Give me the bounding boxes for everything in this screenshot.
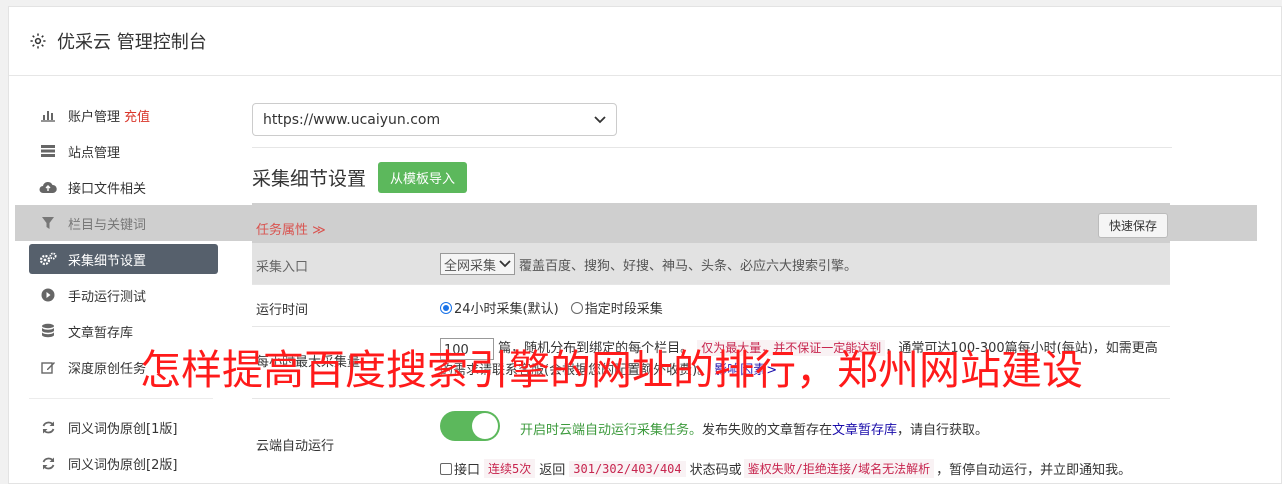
filter-icon: [39, 214, 57, 232]
sidebar-item-label: 深度原创任务: [68, 361, 147, 377]
sidebar-item-interface-files[interactable]: 接口文件相关: [9, 169, 223, 205]
sidebar-item-synonym-v1[interactable]: 同义词伪原创[1版]: [9, 409, 223, 445]
pause-text-a: 返回: [539, 463, 566, 478]
sidebar: 账户管理 充值 站点管理 接口文件相关 栏目与关键词 采集细节设置 手动运行测试…: [9, 97, 1257, 481]
collect-entry-select[interactable]: 全网采集: [440, 253, 516, 275]
cloud-auto-run-row: 云端自动运行 开启时云端自动运行采集任务。发布失败的文章暂存在文章暂存库，请自行…: [252, 399, 1170, 484]
edit-icon: [39, 358, 57, 376]
import-from-template-button[interactable]: 从模板导入: [378, 162, 468, 193]
article-storage-link[interactable]: 文章暂存库: [832, 423, 897, 438]
sidebar-item-label: 栏目与关键词: [68, 217, 147, 233]
cloud-enabled-text: 开启时云端自动运行采集任务。: [520, 423, 703, 438]
run-time-options: 24小时采集(默认) 指定时段采集: [440, 298, 663, 317]
cloud-upload-icon: [39, 178, 57, 196]
sidebar-item-label: 文章暂存库: [68, 325, 134, 341]
header: 优采云 管理控制台: [9, 7, 1281, 76]
sidebar-item-label: 接口文件相关: [68, 181, 147, 197]
collect-entry-label: 采集入口: [256, 260, 309, 275]
collect-entry-desc: 覆盖百度、搜狗、好搜、神马、头条、必应六大搜索引擎。: [519, 258, 858, 274]
quick-save-button[interactable]: 快速保存: [1098, 213, 1169, 238]
code-5-times: 连续5次: [484, 459, 536, 478]
server-icon: [39, 142, 57, 160]
cloud-auto-run-label: 云端自动运行: [256, 439, 335, 454]
pause-text-b: 状态码或: [689, 463, 742, 478]
sidebar-item-label: 账户管理: [68, 109, 121, 125]
site-select[interactable]: https://www.ucaiyun.com: [252, 103, 617, 136]
play-circle-icon: [39, 286, 57, 304]
sidebar-item-sites[interactable]: 站点管理: [9, 133, 223, 169]
collect-entry-row: 采集入口 全网采集 覆盖百度、搜狗、好搜、神马、头条、必应六大搜索引擎。: [252, 243, 1170, 285]
run-time-label: 运行时间: [256, 303, 309, 318]
radio-scheduled[interactable]: [570, 301, 583, 314]
task-attr-bar: [252, 203, 1170, 243]
page-title: 优采云 管理控制台: [57, 32, 207, 53]
gear-icon: [27, 30, 49, 52]
bar-chart-icon: [39, 106, 57, 124]
database-icon: [39, 322, 57, 340]
sidebar-item-label: 同义词伪原创[2版]: [68, 457, 178, 473]
sidebar-item-synonym-v2[interactable]: 同义词伪原创[2版]: [9, 445, 223, 481]
site-select-value: https://www.ucaiyun.com: [263, 111, 441, 128]
refresh-icon: [39, 454, 57, 472]
code-status: 301/302/403/404: [569, 460, 686, 477]
recharge-link[interactable]: 充值: [124, 106, 150, 125]
code-errors: 鉴权失败/拒绝连接/域名无法解析: [743, 459, 935, 478]
sidebar-item-collect-settings[interactable]: 采集细节设置: [29, 244, 218, 274]
section-title: 采集细节设置: [252, 168, 367, 190]
console-panel: 优采云 管理控制台 账户管理 充值 站点管理 接口文件相关 栏目与关键词 采集细…: [8, 6, 1282, 484]
sidebar-item-label: 站点管理: [68, 145, 121, 161]
collect-entry-select-value: 全网采集: [444, 258, 497, 274]
cloud-desc2: ，请自行获取。: [897, 423, 989, 438]
cloud-auto-run-desc: 开启时云端自动运行采集任务。发布失败的文章暂存在文章暂存库，请自行获取。: [520, 419, 988, 438]
overlay-caption: 怎样提高百度搜索引擎的网址的排行，郑州网站建设: [140, 346, 1083, 394]
pause-text-c: ，暂停自动运行，并立即通知我。: [936, 463, 1132, 478]
pause-check-label: 接口: [454, 463, 481, 478]
cogs-icon: [39, 250, 57, 268]
run-time-row: 运行时间 24小时采集(默认) 指定时段采集: [252, 285, 1170, 327]
sidebar-item-label: 同义词伪原创[1版]: [68, 421, 178, 437]
refresh-icon: [39, 418, 57, 436]
radio-24h-label: 24小时采集(默认): [454, 302, 559, 317]
collect-entry-value: 全网采集 覆盖百度、搜狗、好搜、神马、头条、必应六大搜索引擎。: [440, 253, 857, 275]
sidebar-item-label: 手动运行测试: [68, 289, 147, 305]
cloud-desc1: 发布失败的文章暂存在: [702, 423, 833, 438]
chevron-down-icon: [594, 113, 606, 127]
pause-on-error-checkbox[interactable]: [440, 462, 452, 475]
cloud-auto-run-toggle[interactable]: [440, 411, 500, 441]
radio-24h[interactable]: [440, 301, 452, 314]
task-attr-toggle[interactable]: 任务属性 ≫: [256, 219, 326, 238]
radio-scheduled-label: 指定时段采集: [584, 302, 663, 317]
sidebar-item-account[interactable]: 账户管理 充值: [9, 97, 223, 133]
sidebar-item-label: 采集细节设置: [68, 253, 147, 269]
divider: [252, 147, 1172, 148]
pause-on-error-option: 接口 连续5次 返回 301/302/403/404 状态码或 鉴权失败/拒绝连…: [440, 459, 1131, 478]
sidebar-item-manual-run[interactable]: 手动运行测试: [9, 277, 223, 313]
